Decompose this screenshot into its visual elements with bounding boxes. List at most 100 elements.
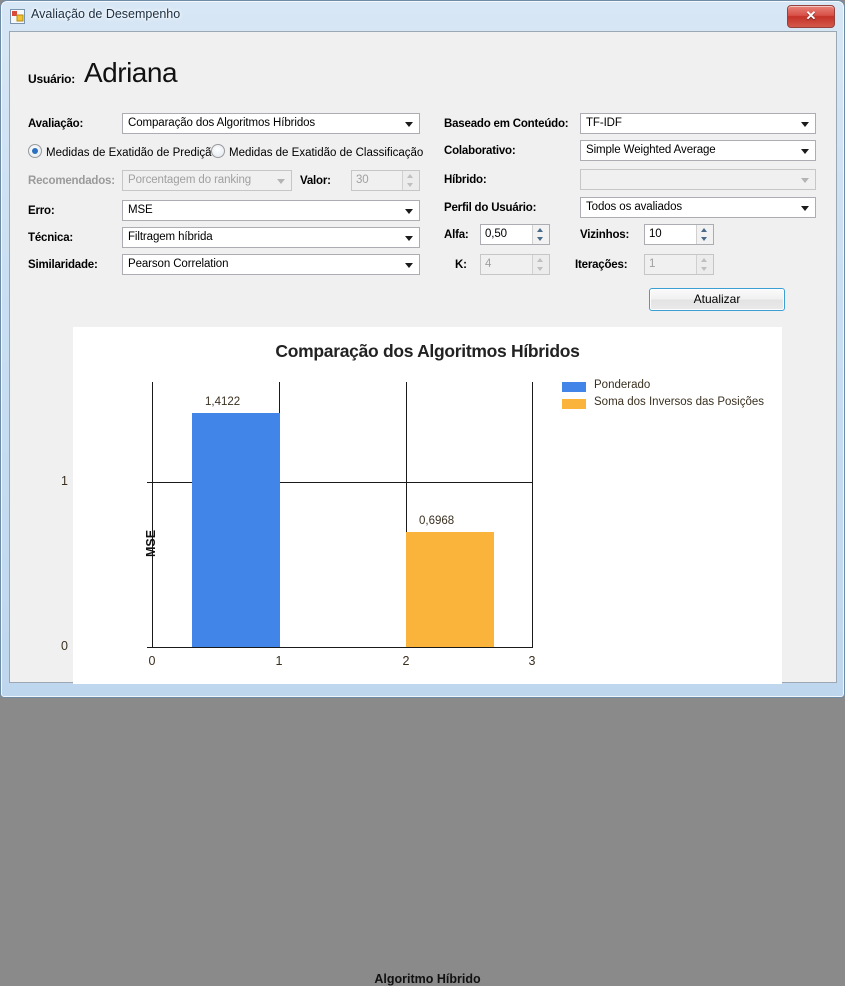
chevron-down-icon: [405, 209, 413, 214]
y-axis-label: MSE: [144, 529, 158, 557]
legend-label-2: Soma dos Inversos das Posições: [594, 396, 765, 408]
k-label: K:: [455, 259, 467, 271]
close-icon: ✕: [805, 8, 817, 23]
valor-stepper[interactable]: 30: [351, 170, 420, 191]
stepper-up-icon[interactable]: [537, 258, 543, 262]
bar-label-1: 1,4122: [205, 396, 241, 409]
stepper-down-icon[interactable]: [537, 267, 543, 271]
vizinhos-stepper[interactable]: 10: [644, 224, 714, 245]
radio-classificacao-label: Medidas de Exatidão de Classificação: [229, 147, 424, 159]
perfil-value: Todos os avaliados: [586, 201, 683, 213]
stepper-buttons[interactable]: [402, 171, 419, 190]
alfa-value: 0,50: [485, 228, 507, 240]
hibrido-combobox[interactable]: [580, 169, 816, 190]
legend-label-1: Ponderado: [594, 379, 651, 391]
radio-predicao-label: Medidas de Exatidão de Predição: [46, 147, 218, 159]
vizinhos-label: Vizinhos:: [580, 229, 630, 241]
colaborativo-combobox[interactable]: Simple Weighted Average: [580, 140, 816, 161]
stepper-up-icon[interactable]: [701, 258, 707, 262]
form-icon: [10, 9, 25, 24]
chevron-down-icon: [405, 122, 413, 127]
vizinhos-value: 10: [649, 228, 662, 240]
stepper-up-icon[interactable]: [537, 228, 543, 232]
conteudo-value: TF-IDF: [586, 117, 622, 129]
window-title: Avaliação de Desempenho: [31, 7, 181, 21]
xtick-label-3: 3: [528, 654, 536, 668]
erro-value: MSE: [128, 204, 153, 216]
chevron-down-icon: [405, 236, 413, 241]
chevron-down-icon: [277, 179, 285, 184]
radio-indicator: [28, 144, 42, 158]
k-stepper[interactable]: 4: [480, 254, 550, 275]
conteudo-label: Baseado em Conteúdo:: [444, 118, 569, 130]
conteudo-combobox[interactable]: TF-IDF: [580, 113, 816, 134]
tecnica-combobox[interactable]: Filtragem híbrida: [122, 227, 420, 248]
colaborativo-label: Colaborativo:: [444, 145, 516, 157]
legend-swatch-1: [562, 382, 586, 392]
perfil-label: Perfil do Usuário:: [444, 202, 537, 214]
erro-combobox[interactable]: MSE: [122, 200, 420, 221]
recomendados-label: Recomendados:: [28, 175, 115, 187]
stepper-down-icon[interactable]: [701, 237, 707, 241]
similaridade-combobox[interactable]: Pearson Correlation: [122, 254, 420, 275]
stepper-buttons[interactable]: [696, 255, 713, 274]
axis-x: [152, 647, 533, 648]
iteracoes-value: 1: [649, 258, 656, 270]
chevron-down-icon: [405, 263, 413, 268]
colaborativo-value: Simple Weighted Average: [586, 144, 716, 156]
stepper-up-icon[interactable]: [701, 228, 707, 232]
tecnica-value: Filtragem híbrida: [128, 231, 213, 243]
bar-series-1: [192, 413, 280, 647]
chevron-down-icon: [801, 178, 809, 183]
chevron-down-icon: [801, 206, 809, 211]
chevron-down-icon: [801, 122, 809, 127]
plot-area: 1,4122 0,6968 1 0 0 1 2 3 MSE: [61, 382, 535, 668]
similaridade-value: Pearson Correlation: [128, 258, 229, 270]
user-label: Usuário:: [28, 72, 76, 86]
chart-title: Comparação dos Algoritmos Híbridos: [275, 341, 580, 361]
gridline-x0: [152, 382, 153, 648]
x-axis-label: Algoritmo Híbrido: [374, 972, 481, 986]
stepper-up-icon[interactable]: [407, 174, 413, 178]
chevron-down-icon: [801, 149, 809, 154]
stepper-buttons[interactable]: [696, 225, 713, 244]
chart-panel: Comparação dos Algoritmos Híbridos 1,412…: [61, 327, 782, 986]
radio-indicator: [211, 144, 225, 158]
erro-label: Erro:: [28, 205, 55, 217]
title-bar[interactable]: Avaliação de Desempenho ✕: [1, 1, 844, 31]
k-value: 4: [485, 258, 492, 270]
valor-label: Valor:: [300, 175, 331, 187]
avaliacao-combobox[interactable]: Comparação dos Algoritmos Híbridos: [122, 113, 420, 134]
stepper-down-icon[interactable]: [537, 237, 543, 241]
close-button[interactable]: ✕: [787, 5, 835, 28]
ytick-mark-1: [147, 482, 152, 483]
hibrido-label: Híbrido:: [444, 174, 487, 186]
xtick-label-1: 1: [275, 654, 283, 668]
stepper-buttons[interactable]: [532, 225, 549, 244]
xtick-label-0: 0: [148, 654, 156, 668]
ytick-mark-0: [147, 647, 152, 648]
recomendados-combobox[interactable]: Porcentagem do ranking: [122, 170, 292, 191]
alfa-stepper[interactable]: 0,50: [480, 224, 550, 245]
atualizar-button[interactable]: Atualizar: [649, 288, 785, 311]
perfil-combobox[interactable]: Todos os avaliados: [580, 197, 816, 218]
alfa-label: Alfa:: [444, 229, 469, 241]
recomendados-value: Porcentagem do ranking: [128, 174, 252, 186]
bar-label-2: 0,6968: [419, 514, 455, 527]
avaliacao-label: Avaliação:: [28, 118, 84, 130]
stepper-buttons[interactable]: [532, 255, 549, 274]
application-window: Avaliação de Desempenho ✕ Usuário: Adria…: [0, 0, 845, 986]
avaliacao-value: Comparação dos Algoritmos Híbridos: [128, 117, 316, 129]
tecnica-label: Técnica:: [28, 232, 74, 244]
radio-medidas-predicao[interactable]: Medidas de Exatidão de Predição: [28, 144, 218, 159]
radio-medidas-classificacao[interactable]: Medidas de Exatidão de Classificação: [211, 144, 423, 159]
similaridade-label: Similaridade:: [28, 259, 98, 271]
stepper-down-icon[interactable]: [701, 267, 707, 271]
ytick-label-1: 1: [61, 474, 68, 488]
stepper-down-icon[interactable]: [407, 183, 413, 187]
xtick-label-2: 2: [402, 654, 410, 668]
iteracoes-stepper[interactable]: 1: [644, 254, 714, 275]
gridline-x3: [532, 382, 533, 648]
bar-series-2: [406, 531, 494, 647]
iteracoes-label: Iterações:: [575, 259, 628, 271]
